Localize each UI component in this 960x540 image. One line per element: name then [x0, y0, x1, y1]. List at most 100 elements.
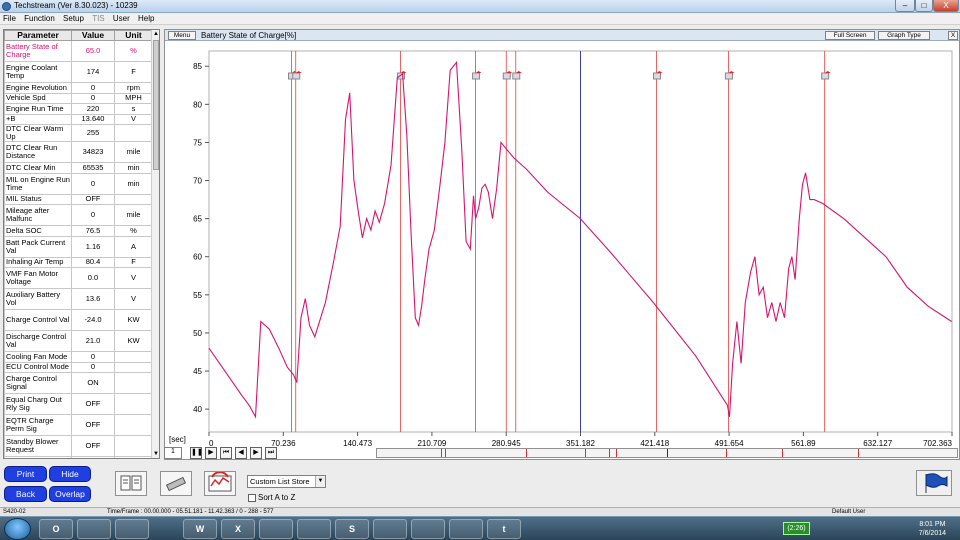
table-row[interactable]: Inhaling Air Temp 80.4 F [4, 256, 153, 268]
event-marker-flag-icon [821, 72, 830, 80]
chevron-down-icon[interactable]: ▼ [315, 476, 325, 487]
table-row[interactable]: +B 13.640 V [4, 113, 153, 125]
column-header-unit[interactable]: Unit [114, 30, 153, 41]
taskbar-snagit-icon[interactable]: S [335, 519, 369, 539]
table-row[interactable]: Engine Coolant Temp 174 F [4, 61, 153, 83]
next-frame-icon[interactable]: ▶ [250, 447, 262, 459]
soc-line-chart[interactable]: 404550556065707580850 70.236 140.473 210.70… [165, 41, 959, 461]
timeline-slider[interactable] [376, 448, 958, 458]
timeline-cursor[interactable] [667, 449, 668, 457]
full-screen-button[interactable]: Full Screen [825, 31, 875, 40]
table-row[interactable]: EQTR Charge Perm Sig OFF [4, 414, 153, 436]
taskbar-word-icon[interactable]: W [183, 519, 217, 539]
timeline-marker [616, 449, 618, 457]
menu-help[interactable]: Help [135, 13, 157, 25]
y-tick-label: 60 [193, 253, 202, 262]
table-row[interactable]: Charge Control Signal ON [4, 372, 153, 394]
timeline-marker [444, 449, 446, 457]
flag-icon[interactable] [916, 470, 952, 496]
maximize-button[interactable]: □ [915, 0, 933, 12]
table-row[interactable]: Equal Charg Out Rly Sig OFF [4, 393, 153, 415]
menu-setup[interactable]: Setup [60, 13, 87, 25]
frame-spinner[interactable]: 1 [164, 447, 182, 459]
parameter-value-cell: OFF [71, 435, 115, 457]
parameter-value-cell: 255 [71, 124, 115, 142]
parameter-name-cell: Auxiliary Battery Vol [4, 288, 72, 310]
pause-icon[interactable]: ❚❚ [190, 447, 203, 459]
table-row[interactable]: Charge Control Val -24.0 KW [4, 309, 153, 331]
prev-frame-icon[interactable]: ◀ [235, 447, 247, 459]
parameter-scrollbar[interactable]: ▲ ▼ [151, 30, 159, 458]
table-row[interactable]: DTC Clear Run Distance 34823 mile [4, 141, 153, 163]
overlap-button[interactable]: Overlap [49, 486, 91, 502]
table-row[interactable]: Delta SOC 76.5% [4, 225, 153, 237]
table-row[interactable]: Engine Revolution 0 rpm [4, 82, 153, 94]
graph-close-button[interactable]: X [948, 31, 958, 40]
close-button[interactable]: X [933, 0, 959, 12]
table-row[interactable]: Cooling Fan Mode 0 [4, 351, 153, 363]
sort-a-to-z-checkbox[interactable] [248, 494, 256, 502]
system-clock[interactable]: 8:01 PM 7/6/2014 [919, 520, 946, 538]
parameter-unit-cell: MPH [114, 92, 153, 104]
taskbar-outlook-icon[interactable]: O [39, 519, 73, 539]
taskbar-app-icon[interactable] [373, 519, 407, 539]
parameter-name-cell: Inhaling Air Temp [4, 256, 72, 268]
graph-menu-button[interactable]: Menu [168, 31, 196, 40]
table-row[interactable]: MIL Status OFF [4, 193, 153, 205]
sensor-probe-icon[interactable] [160, 471, 192, 496]
play-icon[interactable]: ▶ [205, 447, 217, 459]
graph-type-button[interactable]: Graph Type [878, 31, 930, 40]
scrollbar-thumb[interactable] [153, 40, 159, 170]
hide-button[interactable]: Hide [49, 466, 91, 482]
parameter-name-cell: Mileage after Malfunc [4, 204, 72, 226]
parameter-value-cell: 84.0 [71, 456, 115, 458]
taskbar-chrome-icon[interactable] [259, 519, 293, 539]
taskbar-techstream-icon[interactable]: t [487, 519, 521, 539]
recording-icon[interactable] [204, 471, 236, 496]
menu-tis[interactable]: TIS [89, 13, 107, 25]
event-marker-flag-icon [502, 72, 511, 80]
table-row[interactable]: MIL on Engine Run Time 0 min [4, 172, 153, 195]
table-row[interactable]: Auxiliary Battery Vol 13.6 V [4, 288, 153, 310]
table-row[interactable]: Vehicle Spd 0 MPH [4, 92, 153, 104]
taskbar-explorer-icon[interactable] [77, 519, 111, 539]
table-row[interactable]: ECU Control Mode 0 [4, 361, 153, 373]
table-row[interactable]: DTC Clear Warm Up 255 [4, 124, 153, 142]
table-row[interactable]: Mileage after Malfunc 0 mile [4, 204, 153, 226]
menu-file[interactable]: File [0, 13, 19, 25]
back-button[interactable]: Back [4, 486, 47, 502]
table-row[interactable]: Battery State of Charge 65.0% [4, 40, 153, 62]
table-row[interactable]: Engine Run Time 220 s [4, 103, 153, 115]
first-frame-icon[interactable]: ⏮ [220, 447, 232, 459]
scroll-down-arrow-icon[interactable]: ▼ [152, 450, 159, 458]
table-row[interactable]: DTC Clear Min 65535 min [4, 162, 153, 174]
parameter-unit-cell [114, 124, 153, 142]
scroll-up-arrow-icon[interactable]: ▲ [152, 30, 159, 38]
battery-indicator[interactable]: (2:26) [783, 522, 810, 535]
minimize-button[interactable]: – [895, 0, 915, 12]
parameter-value-cell: 34823 [71, 141, 115, 163]
parameter-value-cell: 0.0 [71, 267, 115, 289]
parameter-unit-cell [114, 414, 153, 436]
start-button-icon[interactable] [4, 518, 31, 540]
table-row[interactable]: Standby Blower Request OFF [4, 435, 153, 457]
custom-list-store-select[interactable]: Custom List Store ▼ [247, 475, 326, 488]
table-row[interactable]: VMF Fan Motor Voltage 0.0 V [4, 267, 153, 289]
print-button[interactable]: Print [4, 466, 47, 482]
parameter-value-cell: -24.0 [71, 309, 115, 331]
table-row[interactable]: Discharge Control Val 21.0 KW [4, 330, 153, 352]
parameter-unit-cell: min [114, 172, 153, 195]
table-row[interactable]: Temp of Batt TB184.0F [4, 456, 153, 458]
taskbar-browser-icon[interactable] [297, 519, 331, 539]
list-view-icon[interactable] [115, 471, 147, 496]
column-header-value[interactable]: Value [71, 30, 115, 41]
column-header-parameter[interactable]: Parameter [4, 30, 72, 41]
table-row[interactable]: Batt Pack Current Val 1.16 A [4, 235, 153, 258]
last-frame-icon[interactable]: ⏭ [265, 447, 277, 459]
taskbar-monitor-icon[interactable] [411, 519, 445, 539]
menu-function[interactable]: Function [21, 13, 58, 25]
taskbar-drive-icon[interactable] [449, 519, 483, 539]
taskbar-excel-icon[interactable]: X [221, 519, 255, 539]
menu-user[interactable]: User [110, 13, 133, 25]
taskbar-apps-icon[interactable] [115, 519, 149, 539]
